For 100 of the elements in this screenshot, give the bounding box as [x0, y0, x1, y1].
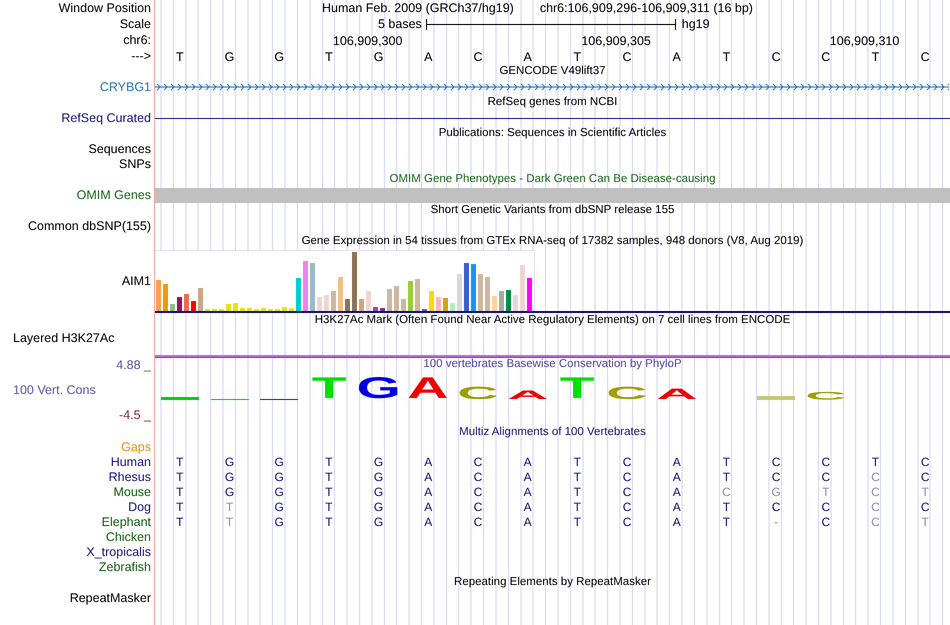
track-title: Short Genetic Variants from dbSNP release 155	[430, 203, 674, 218]
aligned-base: C	[472, 500, 484, 515]
aligned-base: G	[372, 455, 384, 470]
aligned-base: C	[870, 515, 881, 530]
aligned-base: G	[372, 485, 384, 500]
aligned-base: A	[423, 515, 434, 530]
aligned-base: G	[770, 485, 782, 500]
assembly-label: hg19	[682, 16, 710, 33]
aligned-base: A	[672, 455, 682, 470]
track-label[interactable]: Chicken	[106, 530, 151, 545]
logo-letter: A	[408, 378, 449, 400]
aligned-base: T	[722, 500, 732, 515]
aligned-base: -	[773, 515, 780, 530]
aligned-base: T	[722, 455, 732, 470]
scale-label: 5 bases	[378, 16, 422, 33]
track-label: --->	[131, 48, 151, 64]
track-label[interactable]: RefSeq Curated	[61, 110, 151, 126]
aligned-base: C	[770, 500, 782, 515]
expression-bars-drawing[interactable]	[155, 250, 535, 311]
aligned-base: A	[672, 515, 682, 530]
aligned-base: G	[274, 485, 285, 500]
base-letter: T	[722, 49, 732, 66]
track-label[interactable]: Human	[110, 455, 151, 470]
track-title: RefSeq genes from NCBI	[488, 95, 618, 110]
track-label[interactable]: X_tropicalis	[86, 545, 151, 560]
aligned-base: T	[870, 455, 880, 470]
logo-letter: A	[656, 389, 698, 400]
base-letter: T	[572, 49, 582, 66]
track-title: Gene Expression in 54 tissues from GTEx RNA-seq of 17382 samples, 948 donors (V8, Aug 2019)	[302, 234, 804, 249]
aligned-base: G	[274, 470, 285, 485]
base-letter: G	[273, 49, 286, 66]
aligned-base: C	[920, 500, 930, 515]
base-letter: C	[920, 49, 931, 66]
aligned-base: C	[870, 500, 881, 515]
aligned-base: C	[622, 515, 632, 530]
aligned-base: G	[274, 500, 285, 515]
logo-letter: A	[507, 391, 548, 400]
track-label[interactable]: Rhesus	[108, 470, 151, 485]
aligned-base: A	[672, 485, 682, 500]
track-title: Publications: Sequences in Scientific Articles	[438, 126, 666, 141]
track-label[interactable]: Sequences	[88, 142, 151, 156]
aligned-base: A	[672, 500, 682, 515]
aligned-base: A	[423, 455, 434, 470]
aligned-base: T	[324, 455, 334, 470]
track-label[interactable]: CRYBG1	[100, 80, 151, 94]
track-label[interactable]: SNPs	[119, 156, 151, 172]
base-letter: G	[224, 49, 236, 66]
track-title: 100 vertebrates Basewise Conservation by PhyloP	[423, 357, 682, 372]
aligned-base: C	[870, 470, 881, 485]
track-title: OMIM Gene Phenotypes - Dark Green Can Be Disease-causing	[390, 172, 716, 187]
track-label[interactable]: OMIM Genes	[76, 188, 151, 202]
base-letter: A	[423, 49, 434, 66]
base-letter: T	[175, 49, 185, 66]
aligned-base: G	[224, 455, 236, 470]
aligned-base: C	[472, 470, 484, 485]
aligned-base: C	[770, 470, 782, 485]
logo-letter: C	[805, 392, 846, 400]
aligned-base: G	[274, 515, 285, 530]
track-label[interactable]: Common dbSNP(155)	[28, 218, 151, 234]
aligned-base: T	[572, 485, 582, 500]
base-letter: C	[472, 49, 484, 66]
track-label[interactable]: 100 Vert. Cons	[13, 382, 96, 396]
aligned-base: C	[870, 485, 881, 500]
logo-letter: T	[560, 378, 595, 400]
track-label[interactable]: Dog	[128, 500, 151, 515]
logo-letter: T	[311, 378, 346, 400]
aligned-base: C	[622, 500, 632, 515]
aligned-base: T	[572, 500, 582, 515]
aligned-base: C	[472, 485, 484, 500]
position-title: chr6:106,909,296-106,909,311 (16 bp)	[540, 0, 753, 17]
track-label[interactable]: Zebrafish	[98, 560, 151, 575]
aligned-base: C	[820, 500, 832, 515]
aligned-base: T	[920, 515, 930, 530]
aligned-base: A	[423, 500, 434, 515]
aligned-base: A	[522, 515, 533, 530]
aligned-base: T	[175, 455, 185, 470]
track-title: H3K27Ac Mark (Often Found Near Active Regulatory Elements) on 7 cell lines from ENCODE	[314, 313, 790, 328]
track-label[interactable]: Mouse	[113, 485, 151, 500]
aligned-base: A	[672, 470, 682, 485]
aligned-base: T	[722, 515, 732, 530]
aligned-base: C	[820, 470, 832, 485]
aligned-base: A	[522, 455, 533, 470]
aligned-base: G	[372, 515, 384, 530]
aligned-base: C	[820, 455, 832, 470]
aligned-base: G	[224, 470, 236, 485]
aligned-base: C	[920, 470, 930, 485]
aligned-base: C	[622, 485, 632, 500]
aligned-base: C	[472, 515, 484, 530]
aligned-base: A	[522, 500, 533, 515]
base-letter: A	[522, 49, 533, 66]
aligned-base: T	[175, 515, 185, 530]
track-label[interactable]: Layered H3K27Ac	[13, 331, 114, 346]
aligned-base: T	[920, 485, 930, 500]
logo-letter: G	[356, 378, 401, 400]
track-label[interactable]: AIM1	[122, 274, 151, 288]
aligned-base: C	[820, 515, 832, 530]
track-label[interactable]: Elephant	[102, 515, 151, 530]
aligned-base: T	[324, 515, 334, 530]
track-label[interactable]: RepeatMasker	[70, 590, 151, 606]
axis-max-label: 4.88 _	[116, 358, 152, 372]
